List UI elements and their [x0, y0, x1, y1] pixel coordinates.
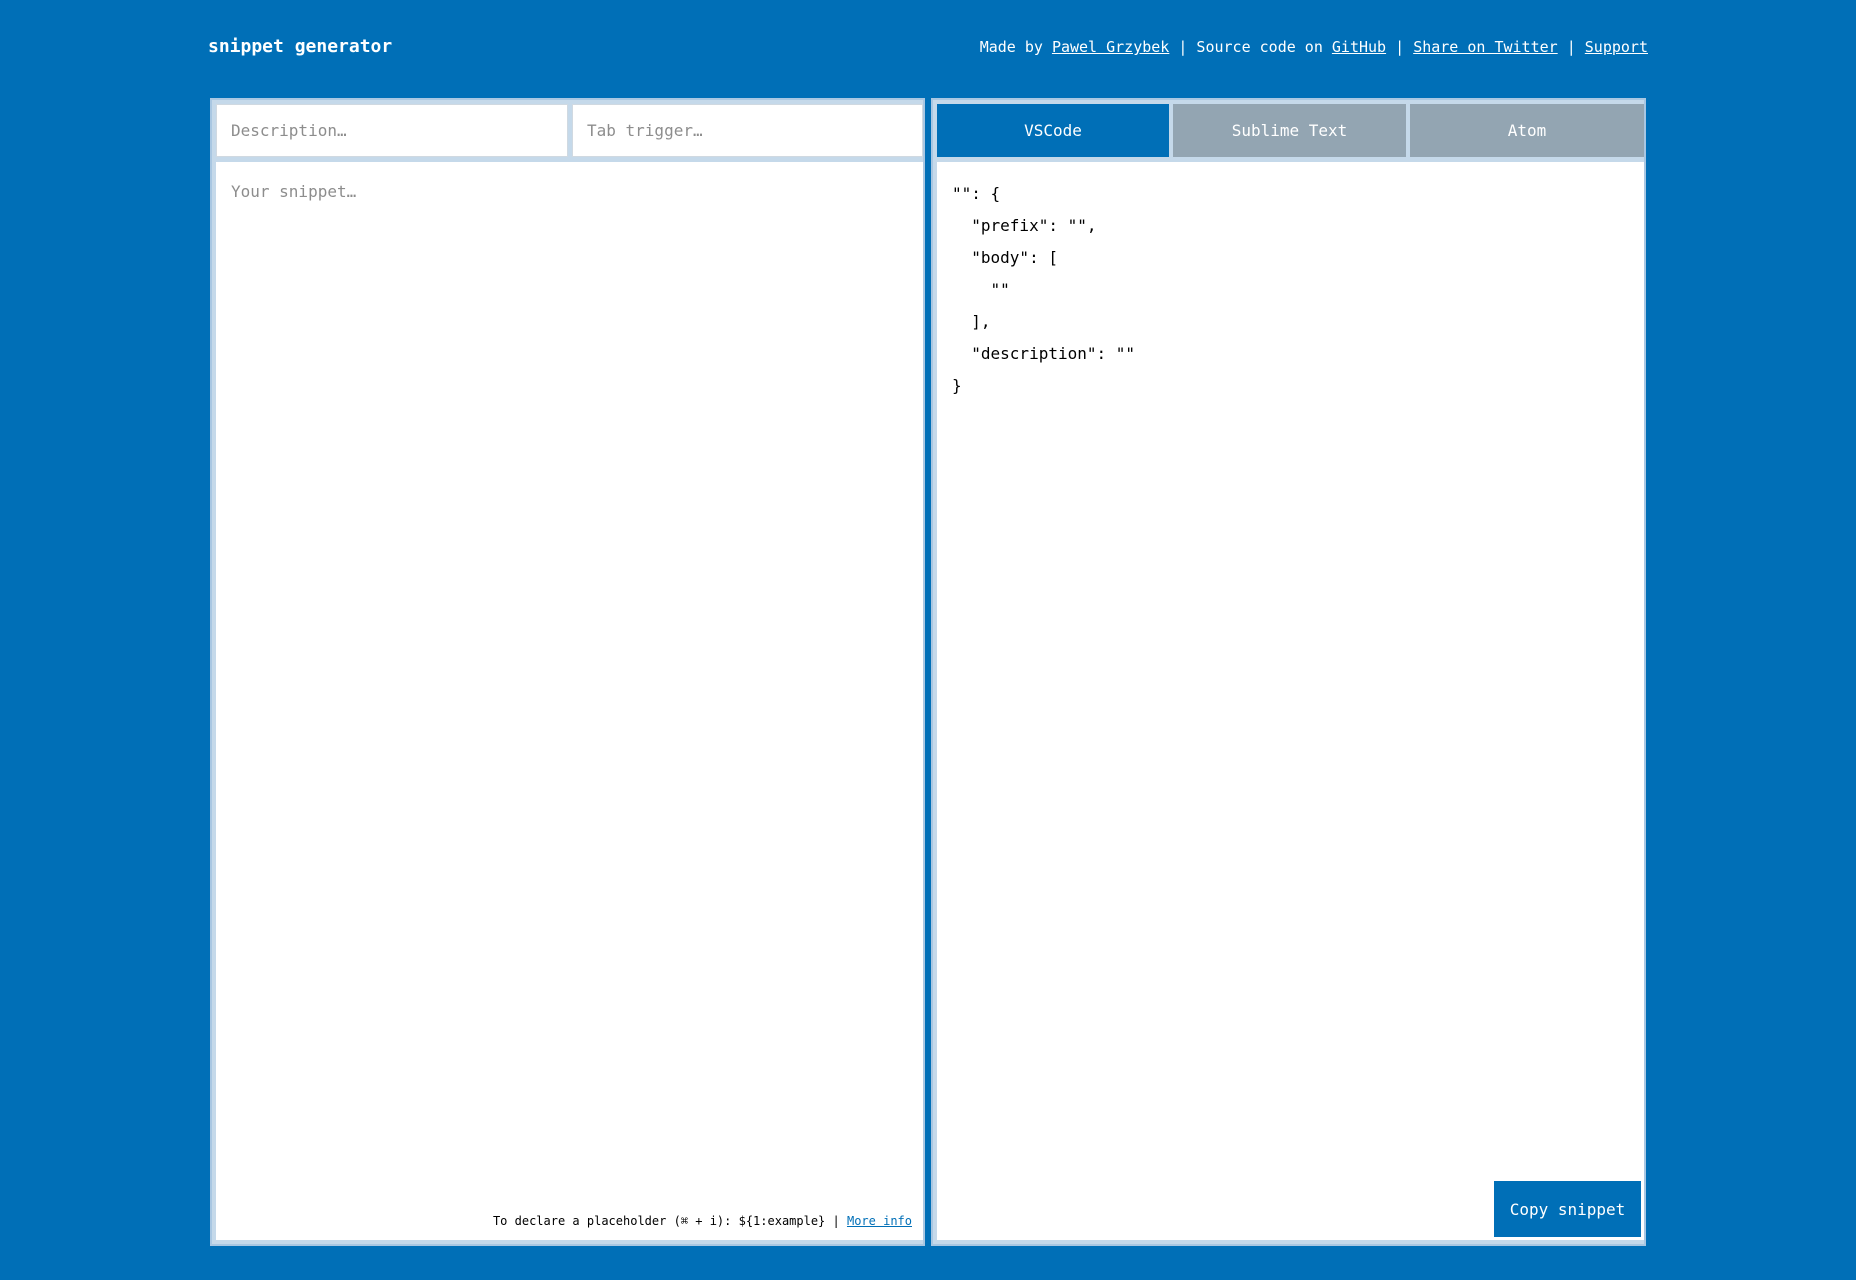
app-title: snippet generator — [208, 36, 393, 57]
tab-vscode[interactable]: VSCode — [937, 104, 1169, 157]
tab-trigger-input[interactable] — [572, 104, 923, 157]
author-link[interactable]: Pawel Grzybek — [1052, 38, 1169, 56]
hint-text: To declare a placeholder (⌘ + i): ${1:ex… — [492, 1214, 847, 1228]
description-input[interactable] — [216, 104, 568, 157]
header-links: Made by Pawel Grzybek | Source code on G… — [980, 38, 1648, 56]
tab-atom[interactable]: Atom — [1410, 104, 1644, 157]
snippet-editor: To declare a placeholder (⌘ + i): ${1:ex… — [216, 162, 923, 1240]
more-info-link[interactable]: More info — [847, 1214, 912, 1228]
separator: | — [1386, 38, 1414, 56]
input-panel: To declare a placeholder (⌘ + i): ${1:ex… — [210, 98, 925, 1246]
made-by-label: Made by — [979, 38, 1052, 56]
copy-snippet-button[interactable]: Copy snippet — [1494, 1181, 1641, 1237]
generated-snippet-code: "": { "prefix": "", "body": [ "" ], "des… — [952, 184, 1136, 395]
share-twitter-link[interactable]: Share on Twitter — [1413, 38, 1558, 56]
separator: | — [1557, 38, 1585, 56]
snippet-textarea[interactable] — [216, 162, 923, 1192]
placeholder-hint: To declare a placeholder (⌘ + i): ${1:ex… — [493, 1214, 912, 1228]
support-link[interactable]: Support — [1585, 38, 1648, 56]
github-link[interactable]: GitHub — [1332, 38, 1386, 56]
source-code-label: | Source code on — [1169, 38, 1332, 56]
tab-sublime-text[interactable]: Sublime Text — [1173, 104, 1406, 157]
app-header: snippet generator Made by Pawel Grzybek … — [208, 0, 1648, 96]
output-panel: VSCode Sublime Text Atom "": { "prefix":… — [931, 98, 1646, 1246]
snippet-output: "": { "prefix": "", "body": [ "" ], "des… — [937, 162, 1644, 1240]
